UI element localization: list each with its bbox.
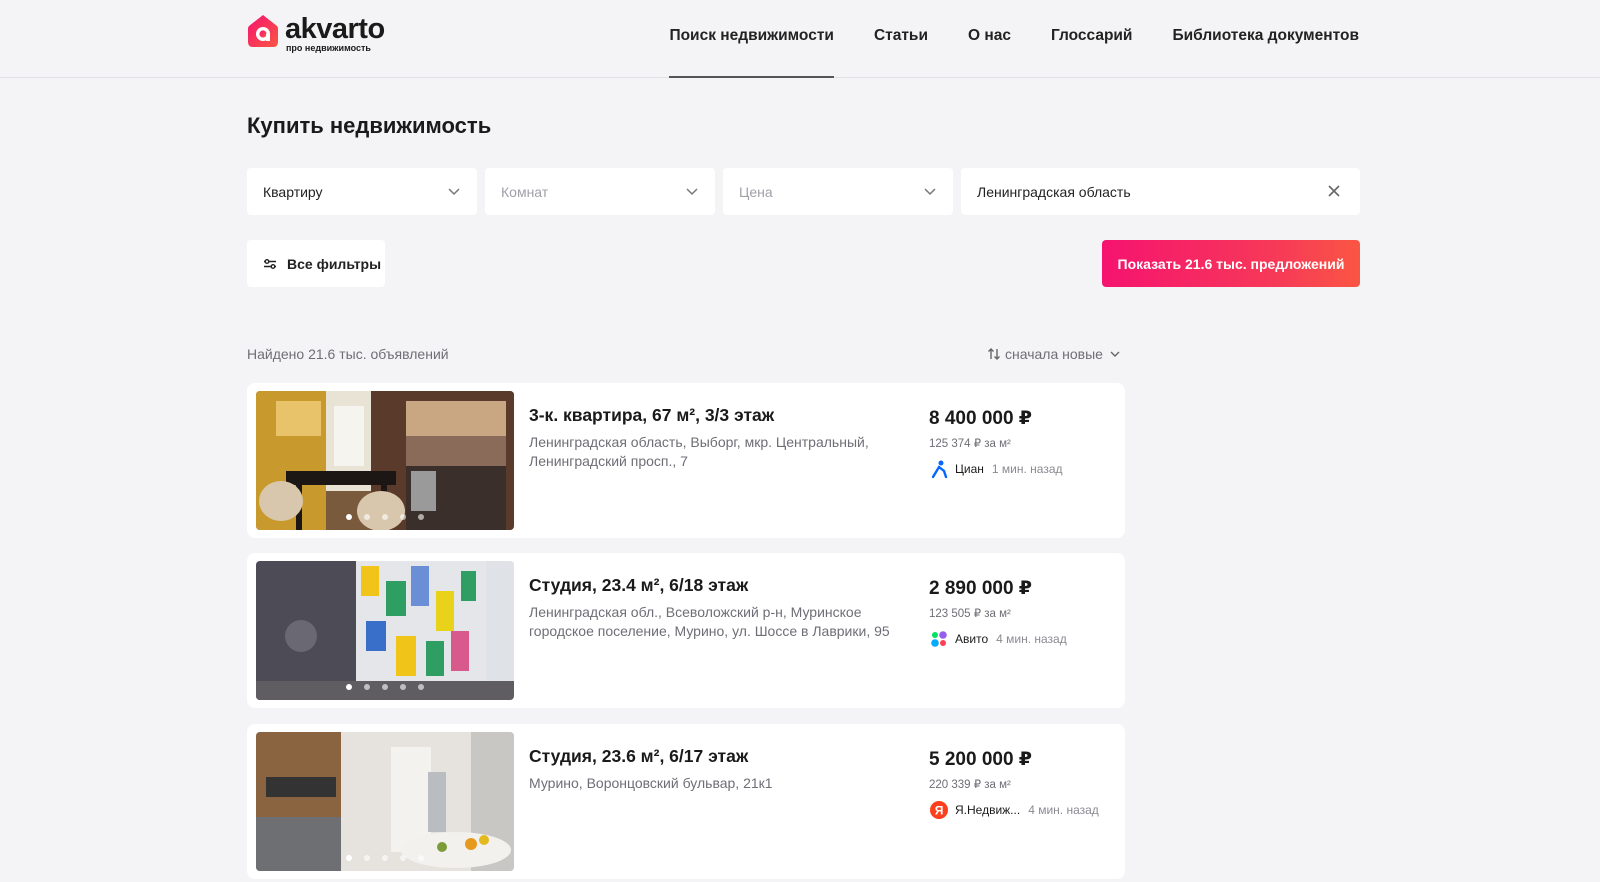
nav-item-articles[interactable]: Статьи: [874, 0, 928, 78]
listing-photo[interactable]: [256, 561, 514, 700]
listing-time: 4 мин. назад: [1028, 803, 1099, 817]
listing-photo[interactable]: [256, 732, 514, 871]
page-title: Купить недвижимость: [247, 113, 492, 138]
cian-logo-icon: [931, 460, 948, 479]
listing-source: Циан 1 мин. назад: [929, 459, 1063, 479]
price-select[interactable]: Цена: [723, 168, 953, 215]
akvarto-logo-icon: [248, 15, 278, 47]
listing-price-per-m2: 220 339 ₽ за м²: [929, 779, 1011, 791]
listing-title[interactable]: 3-к. квартира, 67 м², 3/3 этаж: [529, 405, 774, 426]
studio-kitchen-photo: [256, 732, 514, 871]
listing-time: 4 мин. назад: [996, 632, 1067, 646]
listing-title[interactable]: Студия, 23.6 м², 6/17 этаж: [529, 746, 748, 767]
source-name: Циан: [955, 462, 984, 476]
main-nav: Поиск недвижимости Статьи О нас Глоссари…: [629, 0, 1359, 78]
listing-card[interactable]: Студия, 23.6 м², 6/17 этаж Мурино, Ворон…: [247, 724, 1125, 879]
all-filters-button[interactable]: Все фильтры: [247, 240, 385, 287]
photo-pagination[interactable]: [256, 514, 514, 520]
rooms-select[interactable]: Комнат: [485, 168, 715, 215]
listing-price-per-m2: 123 505 ₽ за м²: [929, 608, 1011, 620]
listing-source: Я Я.Недвиж... 4 мин. назад: [929, 800, 1099, 820]
photo-pagination[interactable]: [256, 684, 514, 690]
region-value: Ленинградская область: [977, 183, 1131, 200]
listing-time: 1 мин. назад: [991, 462, 1063, 476]
listing-card[interactable]: 3-к. квартира, 67 м², 3/3 этаж Ленинград…: [247, 383, 1125, 538]
listing-address: Мурино, Воронцовский бульвар, 21к1: [529, 775, 773, 791]
property-type-value: Квартиру: [263, 183, 323, 200]
brand-tagline: про недвижимость: [286, 43, 371, 53]
price-placeholder: Цена: [739, 183, 773, 200]
site-header: akvarto про недвижимость Поиск недвижимо…: [0, 0, 1600, 78]
show-offers-button[interactable]: Показать 21.6 тыс. предложений: [1102, 240, 1360, 287]
source-name: Я.Недвиж...: [955, 803, 1021, 817]
results-count: Найдено 21.6 тыс. объявлений: [247, 346, 449, 362]
chevron-down-icon: [686, 188, 698, 196]
listing-address: Ленинградская обл., Всеволожский р-н, Му…: [529, 604, 890, 639]
listing-address: Ленинградская область, Выборг, мкр. Цент…: [529, 434, 869, 469]
svg-text:Я: Я: [935, 804, 944, 818]
listing-price: 8 400 000 ₽: [929, 408, 1033, 429]
rooms-placeholder: Комнат: [501, 183, 549, 200]
chevron-down-icon: [448, 188, 460, 196]
brand-logo[interactable]: akvarto про недвижимость: [247, 14, 385, 53]
sort-icon: [988, 348, 1000, 360]
listing-price: 5 200 000 ₽: [929, 749, 1033, 770]
listing-source: Авито 4 мин. назад: [929, 629, 1067, 649]
nav-item-glossary[interactable]: Глоссарий: [1051, 0, 1133, 78]
nav-item-about[interactable]: О нас: [968, 0, 1011, 78]
close-icon[interactable]: [1326, 183, 1342, 199]
property-type-select[interactable]: Квартиру: [247, 168, 477, 215]
nav-item-documents[interactable]: Библиотека документов: [1172, 0, 1359, 78]
listing-price-per-m2: 125 374 ₽ за м²: [929, 438, 1011, 450]
source-name: Авито: [955, 632, 989, 646]
chevron-down-icon: [1110, 351, 1120, 357]
listing-card[interactable]: Студия, 23.4 м², 6/18 этаж Ленинградская…: [247, 553, 1125, 708]
yandex-realty-logo-icon: Я: [930, 801, 948, 819]
all-filters-label: Все фильтры: [287, 255, 382, 272]
nav-item-search[interactable]: Поиск недвижимости: [669, 0, 835, 78]
listing-photo[interactable]: [256, 391, 514, 530]
photo-pagination[interactable]: [256, 855, 514, 861]
listing-price: 2 890 000 ₽: [929, 578, 1033, 599]
sort-label: сначала новые: [1005, 346, 1103, 362]
building-photo: [256, 561, 514, 700]
brand-name: akvarto: [285, 13, 385, 45]
sort-select[interactable]: сначала новые: [987, 346, 1125, 362]
avito-logo-icon: [931, 631, 947, 647]
kitchen-photo: [256, 391, 514, 530]
chevron-down-icon: [924, 188, 936, 196]
listing-title[interactable]: Студия, 23.4 м², 6/18 этаж: [529, 575, 748, 596]
region-field[interactable]: Ленинградская область: [961, 168, 1360, 215]
filters-icon: [264, 258, 276, 269]
